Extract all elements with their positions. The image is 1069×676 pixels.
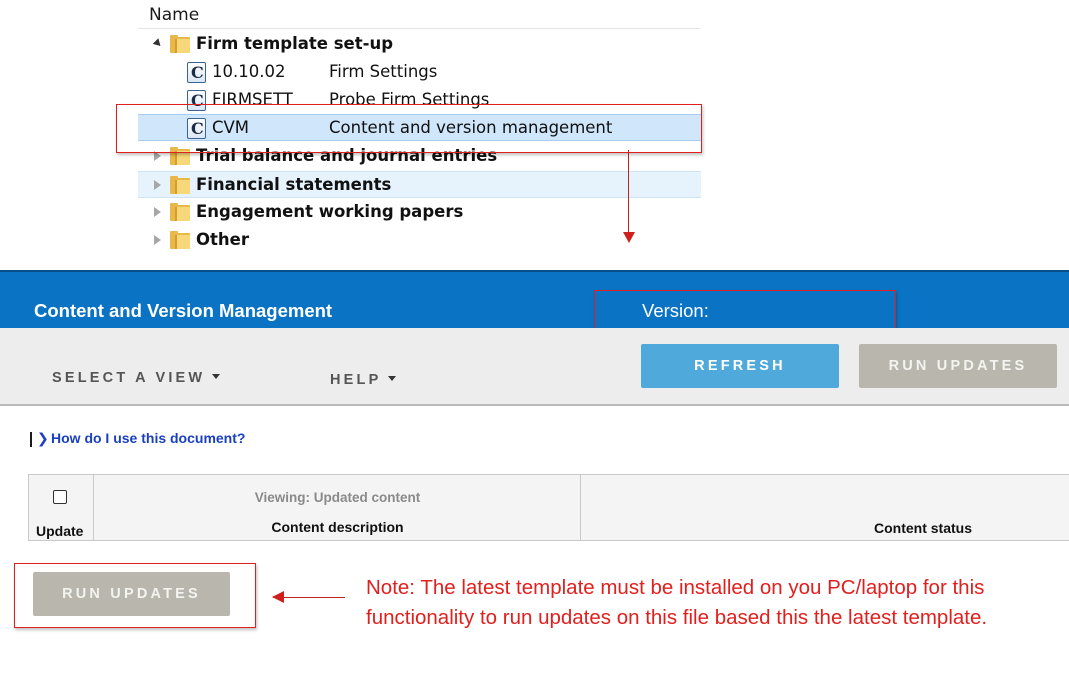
status-column-header: Content status	[581, 475, 1069, 541]
help-label: HELP	[330, 372, 382, 388]
status-header-label: Content status	[874, 520, 972, 536]
arrow-down-icon	[623, 232, 635, 243]
tree-header-label: Name	[149, 5, 200, 25]
collapse-arrow-icon[interactable]	[154, 180, 161, 190]
arrow-left-icon	[272, 591, 284, 603]
folder-label: Engagement working papers	[196, 202, 464, 221]
toolbar: SELECT A VIEW HELP REFRESH RUN UPDATES	[0, 328, 1069, 406]
select-all-checkbox[interactable]	[53, 490, 67, 504]
tree-item-firm-settings[interactable]: C 10.10.02 Firm Settings	[138, 59, 701, 86]
select-a-view-menu[interactable]: SELECT A VIEW	[52, 370, 221, 386]
app-header: Content and Version Management Version:	[0, 270, 1069, 328]
description-column-header: Viewing: Updated content Content descrip…	[94, 475, 581, 541]
viewing-label: Viewing: Updated content	[254, 490, 421, 505]
tree-folder-engagement-working-papers[interactable]: Engagement working papers	[138, 199, 701, 226]
tree-column-header[interactable]: Name	[138, 0, 701, 29]
tree-folder-firm-template-setup[interactable]: Firm template set-up	[138, 31, 701, 58]
folder-icon	[170, 176, 190, 194]
content-table-header: Update Viewing: Updated content Content …	[28, 474, 1069, 541]
connector-line	[628, 150, 629, 232]
folder-icon	[170, 203, 190, 221]
folder-label: Firm template set-up	[196, 34, 394, 53]
folder-icon	[170, 35, 190, 53]
annotation-note: Note: The latest template must be instal…	[366, 576, 988, 629]
caret-down-icon	[388, 375, 397, 381]
item-description: Firm Settings	[329, 62, 438, 81]
expand-arrow-icon[interactable]	[152, 38, 164, 49]
page-title: Content and Version Management	[34, 300, 333, 321]
document-c-icon: C	[187, 62, 206, 83]
help-link-bar	[30, 432, 32, 447]
run-updates-button[interactable]: RUN UPDATES	[859, 344, 1057, 388]
refresh-button[interactable]: REFRESH	[641, 344, 839, 388]
tree-folder-financial-statements[interactable]: Financial statements	[138, 171, 701, 198]
item-code: 10.10.02	[212, 62, 286, 81]
description-header-label: Content description	[271, 519, 404, 535]
tree-folder-other[interactable]: Other	[138, 227, 701, 254]
caret-down-icon	[212, 373, 221, 379]
update-header-label: Update	[36, 523, 84, 539]
folder-label: Other	[196, 230, 249, 249]
select-a-view-label: SELECT A VIEW	[52, 370, 206, 386]
highlight-box-run-updates	[14, 563, 256, 628]
folder-icon	[170, 231, 190, 249]
highlight-box-cvm	[116, 104, 702, 153]
help-menu[interactable]: HELP	[330, 372, 397, 388]
folder-label: Financial statements	[196, 175, 392, 194]
help-link-text: How do I use this document?	[51, 430, 246, 446]
chevron-right-icon: ❯	[37, 430, 49, 446]
collapse-arrow-icon[interactable]	[154, 207, 161, 217]
update-column-header: Update	[29, 475, 94, 541]
collapse-arrow-icon[interactable]	[154, 235, 161, 245]
highlight-box-version	[594, 290, 896, 330]
